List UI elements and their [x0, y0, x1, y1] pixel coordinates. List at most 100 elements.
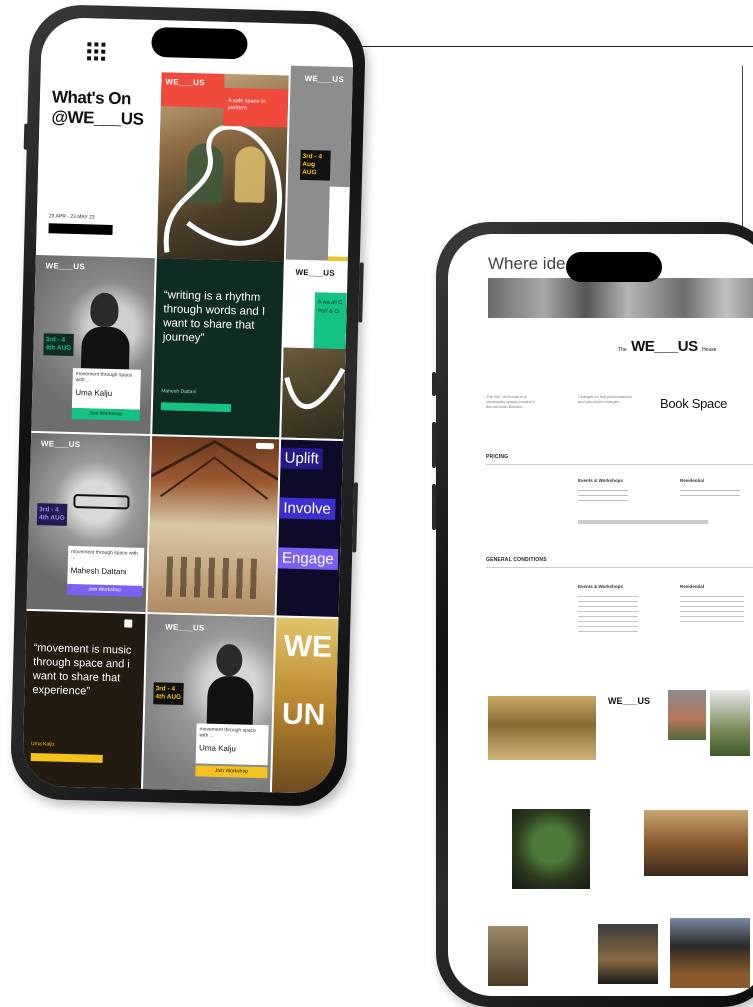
event-tile-performance[interactable]: WE___US A safe space to perform: [156, 72, 289, 262]
gallery-photo-reading[interactable]: [598, 924, 658, 984]
redacted-bar: [48, 223, 113, 235]
name-card: movement through space with ... Uma Kalj…: [71, 367, 141, 410]
header-tile: What's On @WE___US 23 APR - 23 MAY 23: [35, 17, 162, 257]
phone-button: [432, 484, 436, 530]
quote-accent-bar: [160, 402, 232, 413]
banner-photo-strip: [488, 278, 753, 318]
quote-author: Uma Kalju: [31, 741, 55, 748]
title-line-1: What's On: [51, 87, 132, 109]
phone-left: What's On @WE___US 23 APR - 23 MAY 23 WE…: [9, 3, 367, 808]
conditions-residential-heading: Residential: [680, 584, 705, 589]
gallery-logo: WE___US: [608, 696, 651, 706]
panel-snippet: A wa all C Perf & Ci: [317, 299, 343, 315]
brand-logo: WE___US: [304, 73, 345, 84]
card-caption: movement through space with ...: [75, 371, 133, 384]
decorative-line: [330, 46, 753, 47]
word-involve: Involve: [279, 497, 336, 520]
date-badge: 3rd - 4 Aug AUG: [299, 149, 331, 181]
page-title: What's On @WE___US: [51, 87, 144, 129]
date-badge: 3rd - 4 4th AUG: [153, 682, 184, 705]
cta-edge: [327, 256, 348, 262]
brand-tile-partial[interactable]: WE UN: [271, 617, 339, 794]
screen-book-space: Where ideas take The WE___US House The W…: [448, 234, 753, 996]
event-tile-uma-2[interactable]: WE___US 3rd - 4 4th AUG movement through…: [142, 614, 275, 793]
gallery-photo-garden[interactable]: [710, 690, 750, 756]
phone-right: Where ideas take The WE___US House The W…: [432, 222, 753, 1007]
join-workshop-button[interactable]: Join Workshop: [195, 765, 268, 779]
card-caption: movement through space with ...: [70, 548, 138, 562]
event-tile-uma[interactable]: WE___US 3rd - 4 4th AUG movement through…: [31, 254, 155, 435]
event-tile-partial[interactable]: WE___US 3rd - 4 Aug AUG: [285, 65, 353, 262]
logo-text: WE___US: [631, 338, 698, 355]
divider: [486, 567, 753, 568]
logo-suffix: House: [702, 347, 717, 353]
quote-text: “movement is music through space and i w…: [32, 642, 132, 698]
card-edge: [327, 186, 350, 258]
brand-logo: WE___US: [165, 622, 205, 633]
quote-text: “writing is a rhythm through words and I…: [162, 289, 266, 345]
logo-prefix: The: [618, 347, 627, 353]
pricing-note-line: [578, 520, 708, 524]
brand-logo: WE___US: [45, 261, 86, 272]
phone-button: [23, 123, 29, 150]
join-workshop-button[interactable]: Join Workshop: [71, 407, 140, 421]
pricing-events-heading: Events & Workshops: [578, 478, 623, 483]
phone-button: [352, 482, 359, 553]
grid-menu-icon[interactable]: [87, 42, 106, 61]
big-letters: UN: [281, 697, 326, 732]
share-icon[interactable]: [255, 442, 275, 450]
values-tile[interactable]: Uplift Involve Engage: [276, 439, 344, 618]
person-name: Uma Kalju: [75, 388, 113, 399]
dynamic-island: [151, 26, 248, 60]
pricing-heading: PRICING: [486, 454, 509, 460]
phone-button: [432, 372, 436, 396]
gallery-photo-session[interactable]: [644, 810, 748, 876]
decorative-curve: [284, 367, 346, 410]
card-caption: movement through space with ...: [199, 726, 257, 739]
brand-logo: WE___US: [295, 267, 336, 278]
conditions-list: [680, 596, 744, 622]
body-shape: [206, 675, 254, 727]
name-card: movement through space with ... Mahesh D…: [67, 545, 145, 588]
venue-photo-tile[interactable]: [147, 436, 280, 616]
logo: The WE___US House: [618, 338, 717, 356]
event-tile-partial-2[interactable]: WE___US A wa all C Perf & Ci: [281, 261, 348, 440]
gallery-photo-shelf[interactable]: [670, 918, 750, 988]
quote-tile-uma[interactable]: “movement is music through space and i w…: [21, 610, 146, 789]
join-workshop-button[interactable]: Join Workshop: [67, 583, 143, 597]
phone-button: [358, 262, 364, 323]
brand-logo: WE___US: [40, 439, 81, 450]
badge-text: A safe space to perform: [227, 97, 266, 112]
word-engage: Engage: [277, 547, 339, 570]
book-space-button[interactable]: Book Space: [660, 396, 727, 411]
quote-author: Mahesh Dattani: [161, 388, 197, 396]
date-range: 23 APR - 23 MAY 23: [48, 213, 95, 221]
audience-shapes: [165, 556, 258, 599]
big-letters: WE: [283, 629, 333, 664]
title-line-2: @WE___US: [51, 107, 144, 129]
share-icon[interactable]: [124, 619, 133, 628]
dynamic-island: [566, 252, 662, 282]
quote-tile-mahesh[interactable]: “writing is a rhythm through words and I…: [152, 258, 284, 438]
conditions-list: [578, 596, 638, 632]
quote-accent-bar: [30, 753, 103, 763]
roof-beams: [150, 439, 279, 500]
conditions-events-heading: Events & Workshops: [578, 584, 623, 589]
pricing-residential-heading: Residential: [680, 478, 705, 483]
date-badge: 3rd - 4 4th AUG: [43, 333, 74, 356]
name-card: movement through space with ... Uma Kalj…: [195, 723, 269, 766]
gallery-photo-hall[interactable]: [488, 696, 596, 760]
person-name: Uma Kalju: [198, 743, 237, 754]
screen-whats-on: What's On @WE___US 23 APR - 23 MAY 23 WE…: [21, 17, 355, 794]
intro-text: The We. Us house is a community space lo…: [486, 394, 536, 409]
date-badge: 3rd - 4 4th AUG: [36, 503, 68, 526]
gallery-photo-outdoor[interactable]: [512, 809, 590, 889]
phone-button: [432, 422, 436, 468]
event-tile-mahesh[interactable]: WE___US 3rd - 4 4th AUG movement through…: [26, 432, 151, 612]
brand-logo: WE___US: [165, 77, 206, 88]
pricing-details: [578, 490, 628, 502]
intro-text-2: Charges for live performances and also t…: [578, 394, 632, 404]
gallery-photo-people[interactable]: [488, 926, 528, 986]
word-uplift: Uplift: [280, 447, 324, 470]
gallery-photo-exterior[interactable]: [668, 690, 706, 740]
